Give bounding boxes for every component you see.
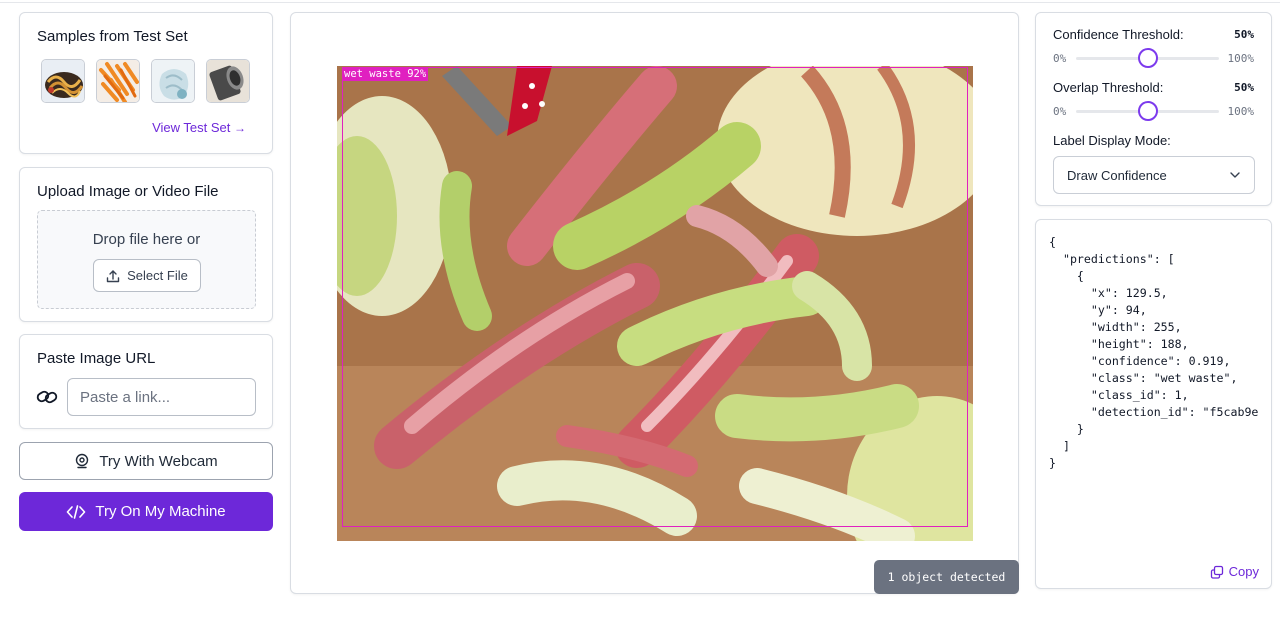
- overlap-slider[interactable]: [1076, 101, 1219, 121]
- copy-button[interactable]: Copy: [1210, 564, 1259, 579]
- json-output-panel: { "predictions": [ { "x": 129.5, "y": 94…: [1035, 219, 1272, 589]
- url-title: Paste Image URL: [37, 350, 156, 367]
- confidence-slider-handle[interactable]: [1137, 48, 1158, 68]
- inference-viewer: wet waste 92% 1 object detected: [290, 12, 1019, 594]
- link-icon: [36, 390, 58, 404]
- try-on-machine-button[interactable]: Try On My Machine: [19, 492, 273, 531]
- label-display-mode-select[interactable]: Draw Confidence: [1053, 156, 1255, 194]
- inference-image: wet waste 92%: [337, 66, 973, 541]
- webcam-icon: [76, 453, 89, 469]
- image-url-input[interactable]: Paste a link...: [67, 378, 256, 416]
- top-divider: [0, 0, 1280, 3]
- arrow-right-icon: →: [234, 121, 246, 135]
- file-dropzone[interactable]: Drop file here or Select File: [37, 210, 256, 309]
- label-mode-label: Label Display Mode:: [1053, 133, 1171, 148]
- select-file-label: Select File: [127, 268, 188, 283]
- confidence-value: 50%: [1234, 28, 1254, 41]
- confidence-slider[interactable]: [1076, 48, 1219, 68]
- upload-icon: [106, 269, 120, 282]
- url-panel: Paste Image URL Paste a link...: [19, 334, 273, 429]
- chevron-down-icon: [1230, 172, 1240, 178]
- sample-thumbnail-metal-can[interactable]: [206, 59, 250, 103]
- confidence-max: 100%: [1227, 52, 1255, 65]
- upload-title: Upload Image or Video File: [37, 183, 219, 200]
- try-webcam-label: Try With Webcam: [99, 452, 218, 470]
- try-webcam-button[interactable]: Try With Webcam: [19, 442, 273, 480]
- drop-text: Drop file here or: [92, 231, 201, 248]
- overlap-slider-handle[interactable]: [1137, 101, 1158, 121]
- upload-panel: Upload Image or Video File Drop file her…: [19, 167, 273, 322]
- view-test-set-label: View Test Set: [152, 120, 231, 135]
- sample-thumbnail-plastic-bag[interactable]: [151, 59, 195, 103]
- copy-label: Copy: [1228, 564, 1259, 579]
- overlap-max: 100%: [1227, 105, 1255, 118]
- sample-thumbnail-noodles[interactable]: [41, 59, 85, 103]
- sample-thumbnail-carrot-peels[interactable]: [96, 59, 140, 103]
- code-icon: [67, 504, 86, 519]
- detection-bounding-box[interactable]: wet waste 92%: [342, 67, 968, 527]
- samples-title: Samples from Test Set: [37, 28, 188, 45]
- confidence-min: 0%: [1053, 52, 1067, 65]
- overlap-label: Overlap Threshold:: [1053, 80, 1164, 95]
- url-placeholder: Paste a link...: [80, 388, 171, 406]
- copy-icon: [1210, 565, 1223, 579]
- try-on-machine-label: Try On My Machine: [95, 503, 226, 520]
- confidence-label: Confidence Threshold:: [1053, 27, 1184, 42]
- overlap-min: 0%: [1053, 105, 1067, 118]
- select-file-button[interactable]: Select File: [93, 259, 201, 292]
- json-output-text: { "predictions": [ { "x": 129.5, "y": 94…: [1049, 235, 1259, 470]
- view-test-set-link[interactable]: View Test Set →: [152, 120, 246, 135]
- label-mode-value: Draw Confidence: [1067, 167, 1167, 183]
- detection-label: wet waste 92%: [342, 67, 429, 81]
- samples-panel: Samples from Test Set View Test Set →: [19, 12, 273, 154]
- settings-panel: Confidence Threshold: 50% 0% 100% Overla…: [1035, 12, 1272, 206]
- detection-count-badge: 1 object detected: [874, 560, 1019, 594]
- overlap-value: 50%: [1234, 81, 1254, 94]
